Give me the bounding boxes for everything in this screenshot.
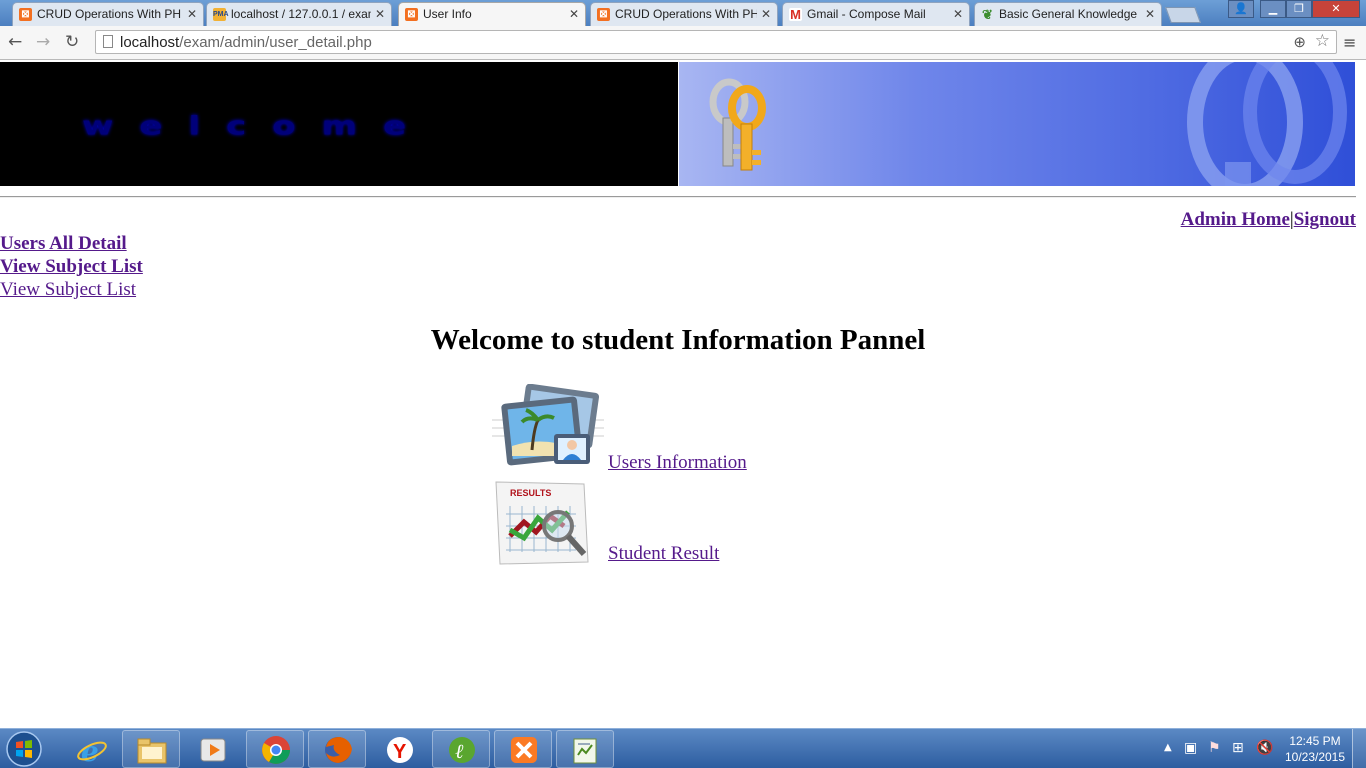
url-text[interactable]: localhost/exam/admin/user_detail.php: [120, 34, 372, 51]
side-menu: Users All Detail View Subject List View …: [0, 232, 143, 301]
notepad-taskbar-button[interactable]: [556, 730, 614, 768]
tab-title: Basic General Knowledge: [999, 7, 1138, 21]
start-button-icon[interactable]: [4, 730, 44, 768]
zoom-icon[interactable]: ⊕: [1293, 33, 1306, 52]
tab-crud-operations-1[interactable]: ⊠ CRUD Operations With PH ✕: [12, 2, 204, 26]
close-icon[interactable]: ✕: [375, 7, 385, 21]
internet-explorer-taskbar-button[interactable]: e: [62, 730, 120, 768]
firefox-icon: [325, 737, 352, 763]
tab-phpmyadmin[interactable]: PMA localhost / 127.0.0.1 / exam ✕: [206, 2, 392, 26]
tab-crud-operations-2[interactable]: ⊠ CRUD Operations With PH ✕: [590, 2, 778, 26]
xampp-icon: [511, 737, 537, 763]
action-center-flag-icon[interactable]: ⚑: [1208, 740, 1221, 756]
notepad-icon: [573, 738, 597, 764]
xampp-taskbar-button[interactable]: [494, 730, 552, 768]
tab-user-info[interactable]: ⊠ User Info ✕: [398, 2, 586, 26]
svg-text:RESULTS: RESULTS: [510, 488, 551, 498]
keys-banner: [679, 62, 1355, 186]
show-desktop-button[interactable]: [1352, 729, 1366, 768]
tab-title: User Info: [423, 7, 472, 21]
yandex-taskbar-button[interactable]: Y: [370, 730, 428, 768]
admin-home-link[interactable]: Admin Home: [1181, 209, 1290, 230]
dreamweaver-icon: ℓ: [449, 737, 475, 763]
signout-link[interactable]: Signout: [1294, 209, 1356, 230]
xampp-icon: ⊠: [19, 8, 32, 21]
show-hidden-icons-icon[interactable]: ▲: [1164, 742, 1172, 753]
windows-icon[interactable]: ⊞: [1232, 740, 1244, 756]
media-player-taskbar-button[interactable]: [184, 730, 242, 768]
view-subject-list-link[interactable]: View Subject List: [0, 255, 143, 278]
page-icon: [103, 35, 113, 48]
xampp-icon: ⊠: [597, 8, 610, 21]
horizontal-rule: [0, 196, 1356, 198]
student-result-link[interactable]: Student Result: [608, 543, 719, 565]
leaf-icon: ❦: [982, 7, 993, 22]
admin-links: Admin Home|Signout: [1181, 209, 1356, 231]
yandex-icon: Y: [387, 737, 413, 763]
file-explorer-taskbar-button[interactable]: [122, 730, 180, 768]
gmail-icon: M: [789, 7, 802, 22]
student-result-item: RESULTS Student Result: [492, 478, 792, 566]
media-player-icon: [200, 738, 226, 762]
tab-title: Gmail - Compose Mail: [807, 7, 926, 21]
browser-toolbar: ← → ↻ localhost/exam/admin/user_detail.p…: [0, 26, 1366, 60]
bookmark-star-icon[interactable]: ☆: [1315, 31, 1330, 51]
user-profile-icon[interactable]: 👤: [1228, 0, 1254, 18]
users-information-icon[interactable]: [492, 383, 604, 476]
minimize-button[interactable]: ▁: [1260, 0, 1286, 18]
chrome-taskbar-button[interactable]: [246, 730, 304, 768]
firefox-taskbar-button[interactable]: [308, 730, 366, 768]
close-icon[interactable]: ✕: [569, 7, 579, 21]
browser-tab-strip: ⊠ CRUD Operations With PH ✕ PMA localhos…: [0, 0, 1366, 26]
users-information-item: Users Information: [492, 383, 792, 476]
welcome-banner: welcome: [0, 62, 678, 186]
users-all-detail-link[interactable]: Users All Detail: [0, 232, 143, 255]
xampp-icon: ⊠: [405, 8, 418, 21]
new-tab-button[interactable]: [1165, 7, 1201, 23]
menu-icon[interactable]: ≡: [1343, 33, 1356, 52]
tab-title: localhost / 127.0.0.1 / exam: [231, 7, 371, 21]
folder-icon: [137, 738, 167, 764]
reload-icon[interactable]: ↻: [65, 32, 79, 52]
clock-time[interactable]: 12:45 PM: [1278, 734, 1352, 748]
close-icon[interactable]: ✕: [761, 7, 771, 21]
internet-explorer-icon: e: [77, 735, 107, 765]
forward-arrow-icon[interactable]: →: [36, 32, 50, 52]
volume-muted-icon[interactable]: 🔇: [1256, 740, 1273, 756]
welcome-logo-art: welcome: [82, 111, 433, 141]
phpmyadmin-icon: PMA: [213, 8, 229, 21]
keys-ring-art: [1187, 62, 1347, 186]
keys-icon: [709, 78, 766, 171]
tab-title: CRUD Operations With PH: [37, 7, 182, 21]
results-chart-icon[interactable]: RESULTS: [492, 478, 592, 566]
url-host: localhost: [120, 34, 180, 51]
view-subject-list-link-2[interactable]: View Subject List: [0, 278, 143, 301]
tab-gmail[interactable]: M Gmail - Compose Mail ✕: [782, 2, 970, 26]
chrome-icon: [262, 736, 290, 764]
tab-title: CRUD Operations With PH: [615, 7, 757, 21]
users-information-link[interactable]: Users Information: [608, 452, 747, 474]
close-icon[interactable]: ✕: [1145, 7, 1155, 21]
address-bar[interactable]: localhost/exam/admin/user_detail.php ⊕ ☆: [95, 30, 1337, 54]
back-arrow-icon[interactable]: ←: [8, 32, 22, 52]
page-title: Welcome to student Information Pannel: [430, 324, 926, 356]
close-icon[interactable]: ✕: [953, 7, 963, 21]
svg-text:ℓ: ℓ: [455, 739, 464, 763]
close-icon[interactable]: ✕: [187, 7, 197, 21]
maximize-button[interactable]: ❐: [1286, 0, 1312, 18]
svg-text:Y: Y: [393, 741, 407, 763]
windows-taskbar: e Y ℓ ▲ ▣ ⚑ ⊞ 🔇: [0, 728, 1366, 768]
tab-general-knowledge[interactable]: ❦ Basic General Knowledge ✕: [974, 2, 1162, 26]
network-icon[interactable]: ▣: [1184, 740, 1197, 756]
url-path: /exam/admin/user_detail.php: [179, 34, 372, 51]
dreamweaver-taskbar-button[interactable]: ℓ: [432, 730, 490, 768]
clock-date[interactable]: 10/23/2015: [1278, 750, 1352, 764]
close-window-button[interactable]: ✕: [1312, 0, 1360, 18]
